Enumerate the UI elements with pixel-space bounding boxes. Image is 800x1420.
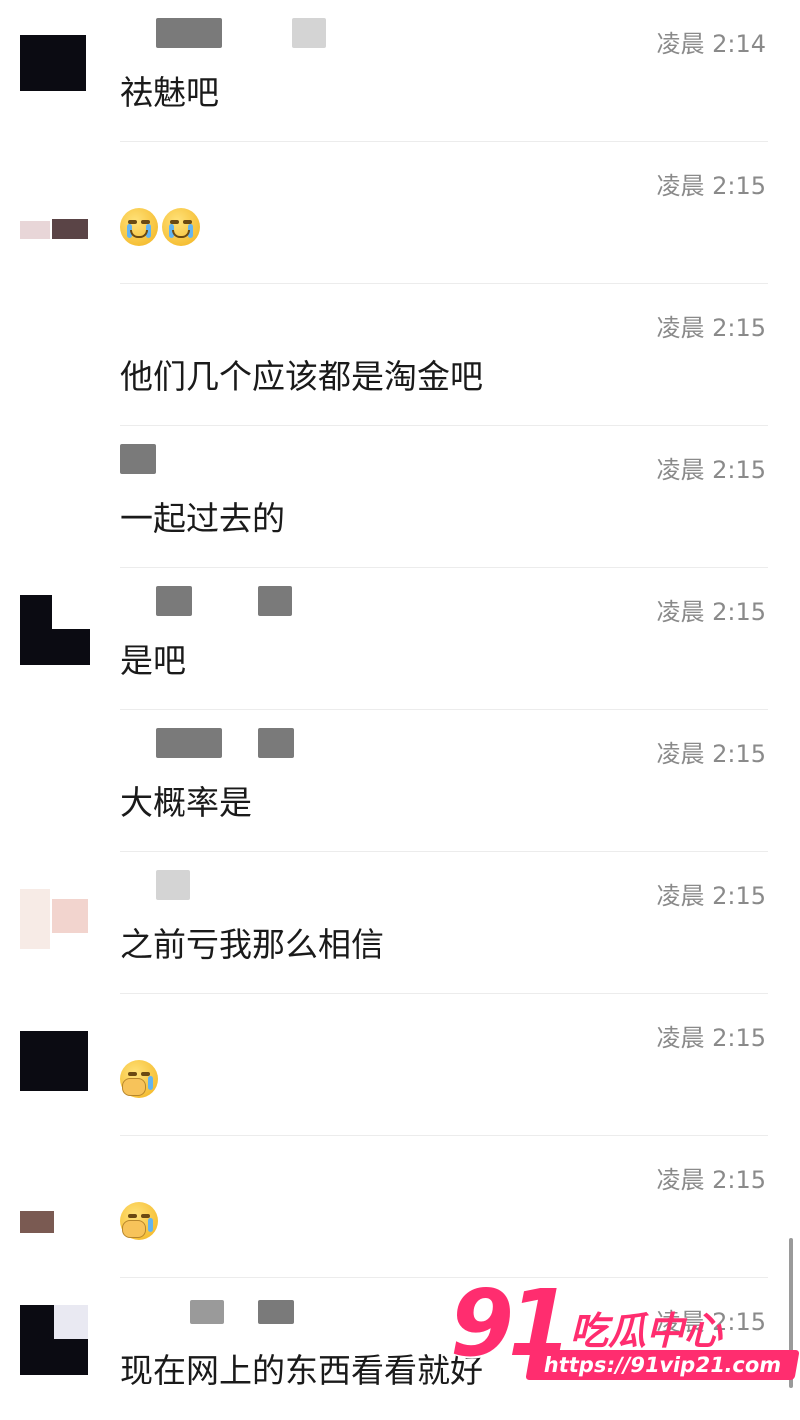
message-timestamp: 凌晨 2:15: [656, 456, 766, 484]
message-timestamp: 凌晨 2:15: [656, 882, 766, 910]
message-text: 一起过去的: [120, 499, 285, 538]
facepalm-icon: [120, 1202, 158, 1240]
chat-message[interactable]: 凌晨 2:15 是吧: [0, 568, 800, 710]
crying-face-icon: [162, 208, 200, 246]
chat-message[interactable]: 凌晨 2:15 之前亏我那么相信: [0, 852, 800, 994]
avatar[interactable]: [20, 27, 90, 97]
avatar[interactable]: [20, 169, 90, 239]
sender-name-blurred: [156, 586, 192, 616]
message-timestamp: 凌晨 2:15: [656, 314, 766, 342]
message-text: 现在网上的东西看看就好: [120, 1351, 483, 1390]
message-timestamp: 凌晨 2:15: [656, 598, 766, 626]
chat-message[interactable]: 凌晨 2:15 大概率是: [0, 710, 800, 852]
watermark-url: https://91vip21.com: [525, 1350, 800, 1380]
chat-message[interactable]: 凌晨 2:15: [0, 142, 800, 284]
sender-name-blurred: [156, 18, 222, 48]
emoji-message: [120, 1202, 158, 1246]
message-text: 是吧: [120, 641, 186, 680]
chat-message[interactable]: 凌晨 2:15: [0, 994, 800, 1136]
watermark-brand: 吃瓜中心: [570, 1309, 723, 1353]
message-timestamp: 凌晨 2:15: [656, 172, 766, 200]
message-text: 他们几个应该都是淘金吧: [120, 357, 483, 396]
facepalm-icon: [120, 1060, 158, 1098]
sender-name-blurred: [258, 1300, 294, 1324]
sender-name-blurred: [258, 586, 292, 616]
emoji-message: [120, 208, 200, 252]
sender-name-blurred: [120, 444, 156, 474]
avatar[interactable]: [20, 1021, 90, 1091]
avatar[interactable]: [20, 595, 90, 665]
chat-message[interactable]: 凌晨 2:14 祛魅吧: [0, 0, 800, 142]
sender-name-blurred: [156, 870, 190, 900]
message-text: 之前亏我那么相信: [120, 925, 384, 964]
crying-face-icon: [120, 208, 158, 246]
chat-message[interactable]: 凌晨 2:15: [0, 1136, 800, 1278]
watermark-logo: 91 吃瓜中心 https://91vip21.com: [450, 1270, 800, 1400]
sender-name-blurred: [258, 728, 294, 758]
message-timestamp: 凌晨 2:15: [656, 740, 766, 768]
message-text: 祛魅吧: [120, 73, 219, 112]
sender-name-blurred: [156, 728, 222, 758]
avatar[interactable]: [20, 1163, 90, 1233]
sender-name-blurred: [292, 18, 326, 48]
chat-message[interactable]: 凌晨 2:15 一起过去的: [0, 426, 800, 568]
avatar[interactable]: [20, 1305, 90, 1375]
chat-message[interactable]: 凌晨 2:15 他们几个应该都是淘金吧: [0, 284, 800, 426]
message-timestamp: 凌晨 2:14: [656, 30, 766, 58]
emoji-message: [120, 1060, 158, 1104]
sender-name-blurred: [190, 1300, 224, 1324]
avatar[interactable]: [20, 879, 90, 949]
message-text: 大概率是: [120, 783, 252, 822]
message-timestamp: 凌晨 2:15: [656, 1166, 766, 1194]
message-timestamp: 凌晨 2:15: [656, 1024, 766, 1052]
